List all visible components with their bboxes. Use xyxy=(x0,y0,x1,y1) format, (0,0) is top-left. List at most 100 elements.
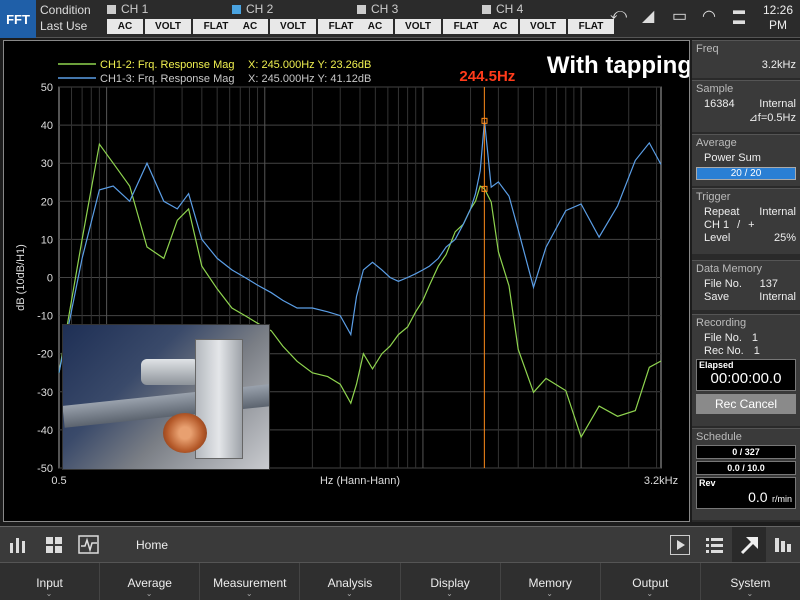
clock-ampm: PM xyxy=(769,18,787,32)
chevron-down-icon: ⌄ xyxy=(345,589,353,598)
menu-analysis[interactable]: Analysis ⌄ xyxy=(300,563,401,600)
sample-count: 16384 xyxy=(704,98,735,110)
menu-measurement[interactable]: Measurement ⌄ xyxy=(200,563,301,600)
x-tick-label: 0.5 xyxy=(51,475,66,487)
channel-1-group[interactable]: CH 1 AC VOLT FLAT xyxy=(107,2,243,34)
menu-system[interactable]: System ⌄ xyxy=(701,563,800,600)
menu-average-label: Average xyxy=(127,576,172,590)
channel-4-header[interactable]: CH 4 xyxy=(482,2,618,17)
freq-value: 3.2kHz xyxy=(761,59,796,71)
y-tick-label: 10 xyxy=(41,234,53,246)
channel-1-header[interactable]: CH 1 xyxy=(107,2,243,17)
channel-2-checkbox[interactable] xyxy=(232,5,241,14)
channel-2-ac-button[interactable]: AC xyxy=(232,19,268,34)
data-memory-save-label: Save xyxy=(704,291,730,303)
channel-3-volt-button[interactable]: VOLT xyxy=(395,19,441,34)
average-progress-bar: 20 / 20 xyxy=(696,167,796,180)
menu-memory[interactable]: Memory ⌄ xyxy=(501,563,601,600)
menu-analysis-label: Analysis xyxy=(327,576,373,590)
schedule-label: Schedule xyxy=(696,431,742,443)
bar-chart-icon[interactable] xyxy=(8,535,30,555)
y-tick-label: 20 xyxy=(41,196,53,208)
settings-grid-icon[interactable] xyxy=(772,535,794,555)
channel-3-header[interactable]: CH 3 xyxy=(357,2,493,17)
channel-4-checkbox[interactable] xyxy=(482,5,491,14)
chevron-down-icon: ⌄ xyxy=(546,589,553,598)
data-memory-file-label: File No. xyxy=(704,278,742,290)
list-icon[interactable] xyxy=(704,535,726,555)
rev-label: Rev xyxy=(699,478,716,488)
play-icon[interactable] xyxy=(670,535,690,555)
channel-2-label: CH 2 xyxy=(246,2,274,16)
y-tick-label: -20 xyxy=(37,349,53,361)
channel-3-ac-button[interactable]: AC xyxy=(357,19,393,34)
trigger-repeat-value: Internal xyxy=(759,206,796,218)
channel-1-checkbox[interactable] xyxy=(107,5,116,14)
channel-1-label: CH 1 xyxy=(121,2,149,16)
freq-section[interactable]: Freq 3.2kHz xyxy=(692,40,800,78)
channel-4-flat-button[interactable]: FLAT xyxy=(568,19,614,34)
rev-display: Rev 0.0 r/min xyxy=(696,477,796,509)
wifi-icon: ◠ xyxy=(702,8,716,25)
channel-4-ac-button[interactable]: AC xyxy=(482,19,518,34)
channel-3-label: CH 3 xyxy=(371,2,399,16)
channel-4-group[interactable]: CH 4 AC VOLT FLAT xyxy=(482,2,618,34)
chevron-down-icon: ⌄ xyxy=(646,589,654,598)
average-progress-text: 20 / 20 xyxy=(730,168,762,179)
recording-rec-label: Rec No. xyxy=(704,345,744,357)
chevron-down-icon: ⌄ xyxy=(446,589,453,598)
waveform-icon[interactable] xyxy=(78,535,100,555)
data-memory-section[interactable]: Data Memory File No. 137 Save Internal xyxy=(692,260,800,310)
freq-label: Freq xyxy=(696,43,719,55)
channel-3-checkbox[interactable] xyxy=(357,5,366,14)
x-tick-label: 3.2kHz xyxy=(644,475,678,487)
home-label[interactable]: Home xyxy=(136,538,168,552)
elapsed-label: Elapsed xyxy=(699,360,734,370)
arrow-up-right-icon[interactable] xyxy=(732,527,766,563)
channel-3-group[interactable]: CH 3 AC VOLT FLAT xyxy=(357,2,493,34)
clock: 12:26 PM xyxy=(760,3,796,33)
average-section[interactable]: Average Power Sum 20 / 20 xyxy=(692,134,800,186)
menu-display[interactable]: Display ⌄ xyxy=(401,563,501,600)
menu-average[interactable]: Average ⌄ xyxy=(100,563,201,600)
channel-1-ac-button[interactable]: AC xyxy=(107,19,143,34)
data-memory-save-value: Internal xyxy=(759,291,796,303)
recording-label: Recording xyxy=(696,317,747,329)
condition-button[interactable]: Condition Last Use xyxy=(40,2,91,34)
channel-2-volt-button[interactable]: VOLT xyxy=(270,19,316,34)
bottom-toolbar: Home xyxy=(0,526,800,563)
channel-4-volt-button[interactable]: VOLT xyxy=(520,19,566,34)
y-axis-label: dB (10dB/H1) xyxy=(15,244,27,311)
channel-2-header[interactable]: CH 2 xyxy=(232,2,368,17)
trigger-ch-value: + xyxy=(748,219,755,231)
legend-entry: CH1-2: Frq. Response Mag xyxy=(100,59,235,71)
schedule-section[interactable]: Schedule 0 / 327 0.0 / 10.0 Rev 0.0 r/mi… xyxy=(692,428,800,520)
grid-layout-icon[interactable] xyxy=(44,535,66,555)
elapsed-display: Elapsed 00:00:00.0 xyxy=(696,359,796,391)
recording-file-value: 1 xyxy=(751,332,759,344)
elapsed-value: 00:00:00.0 xyxy=(710,370,782,387)
fft-plot-panel[interactable]: 50 40 30 20 10 0 -10 -20 -30 -40 -50 0.5 3.2kHz Hz (H… xyxy=(3,40,690,522)
trigger-ch-sep: / xyxy=(737,219,741,231)
mode-button[interactable]: FFT xyxy=(0,0,36,38)
y-tick-label: 50 xyxy=(41,82,53,94)
data-memory-file-value: 137 xyxy=(759,278,778,290)
y-tick-label: 30 xyxy=(41,158,53,170)
menu-output[interactable]: Output ⌄ xyxy=(601,563,701,600)
cursor-frequency-label: 244.5Hz xyxy=(459,68,515,85)
trigger-section[interactable]: Trigger Repeat Internal CH 1 / + Level 25% xyxy=(692,188,800,254)
channel-1-volt-button[interactable]: VOLT xyxy=(145,19,191,34)
trigger-repeat-label: Repeat xyxy=(704,206,740,218)
rec-cancel-button[interactable]: Rec Cancel xyxy=(696,394,796,414)
sample-label: Sample xyxy=(696,83,734,95)
chevron-down-icon: ⌄ xyxy=(45,589,53,598)
x-axis-label: Hz (Hann-Hann) xyxy=(320,475,400,487)
sample-section[interactable]: Sample 16384 Internal ⊿f=0.5Hz xyxy=(692,80,800,132)
recording-section[interactable]: Recording File No. 1 Rec No. 1 Elapsed 00:… xyxy=(692,314,800,426)
device-photo xyxy=(62,324,270,470)
menu-input[interactable]: Input ⌄ xyxy=(0,563,101,600)
top-bar: FFT Condition Last Use CH 1 AC VOLT FLAT… xyxy=(0,0,800,38)
channel-2-group[interactable]: CH 2 AC VOLT FLAT xyxy=(232,2,368,34)
undo-icon[interactable]: ⤺ xyxy=(610,6,627,24)
chevron-down-icon: ⌄ xyxy=(145,589,153,598)
